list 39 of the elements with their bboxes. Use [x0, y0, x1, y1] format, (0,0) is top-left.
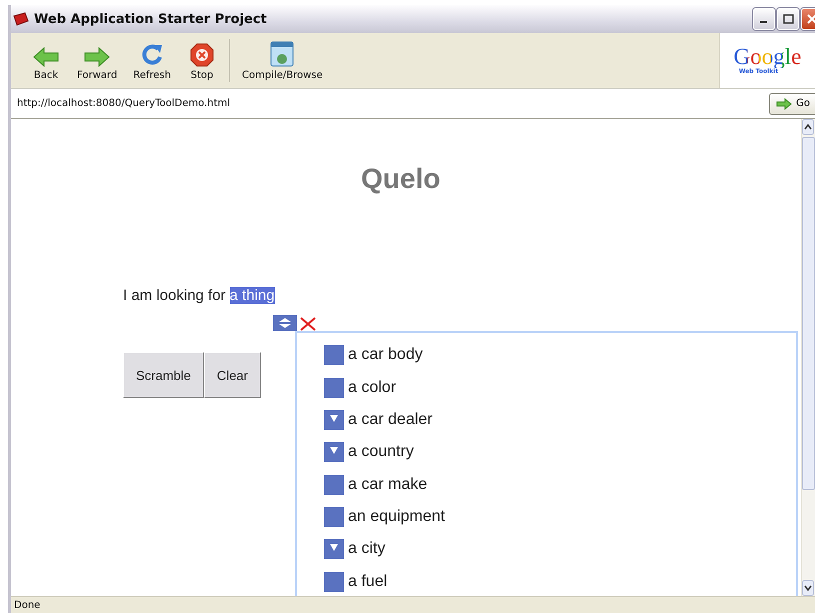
dropdown-item[interactable]: a country — [324, 436, 796, 468]
left-arrow-icon — [33, 47, 59, 67]
up-down-icon — [278, 317, 292, 329]
dropdown-item[interactable]: a car dealer — [324, 404, 796, 436]
close-icon — [807, 14, 815, 24]
url-field[interactable]: http://localhost:8080/QueryToolDemo.html — [17, 98, 770, 109]
scrollbar[interactable] — [801, 119, 815, 596]
minimize-button[interactable] — [753, 8, 775, 30]
scroll-down-icon[interactable] — [802, 580, 814, 596]
toolbar-button[interactable]: Stop — [178, 33, 225, 88]
maximize-icon — [782, 14, 794, 24]
expand-toggle[interactable] — [273, 315, 297, 331]
page-button[interactable]: Clear — [204, 352, 261, 398]
app-icon — [13, 12, 29, 26]
scroll-up-icon[interactable] — [802, 119, 814, 135]
dropdown-item[interactable]: a fuel — [324, 566, 796, 596]
toolbar-button[interactable]: Back — [23, 33, 69, 88]
dropdown-item[interactable]: a car body — [324, 339, 796, 372]
page-heading: Quelo — [361, 163, 440, 195]
dropdown-item[interactable]: a car make — [324, 468, 796, 501]
query-sentence: I am looking for — [123, 287, 226, 304]
dropdown-item[interactable]: a city — [324, 533, 796, 566]
stop-icon — [190, 43, 214, 67]
window-icon — [270, 41, 294, 67]
window-title: Web Application Starter Project — [34, 12, 268, 26]
right-arrow-icon — [84, 47, 110, 67]
toolbar-button[interactable]: Compile/Browse — [234, 33, 331, 88]
dropdown-item[interactable]: a color — [324, 371, 796, 404]
refresh-icon — [140, 43, 164, 67]
selected-term[interactable]: a thing — [230, 287, 275, 304]
go-button[interactable]: Go — [769, 92, 815, 114]
toolbar-button[interactable]: Forward — [69, 33, 126, 88]
dropdown-item[interactable]: an equipment — [324, 500, 796, 534]
toolbar-button[interactable]: Refresh — [125, 33, 179, 88]
page-button[interactable]: Scramble — [123, 352, 204, 398]
status-text: Done — [14, 600, 40, 610]
maximize-button[interactable] — [777, 8, 799, 30]
right-arrow-icon — [776, 98, 792, 110]
close-icon[interactable] — [299, 317, 317, 331]
